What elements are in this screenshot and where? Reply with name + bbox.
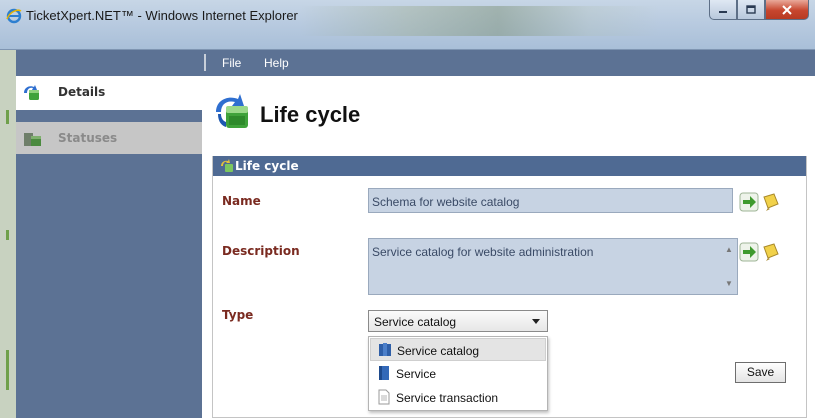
description-text: Service catalog for website administrati… (372, 245, 594, 259)
close-icon (782, 4, 792, 15)
minimize-icon (719, 10, 727, 13)
internet-explorer-icon (6, 8, 22, 24)
sidebar-spacer (16, 110, 202, 122)
save-button[interactable]: Save (735, 362, 786, 383)
type-label: Type (222, 308, 254, 322)
lifecycle-icon (24, 85, 39, 100)
minimize-button[interactable] (709, 0, 737, 20)
window-title: TicketXpert.NET™ - Windows Internet Expl… (26, 8, 298, 23)
edge-mark (6, 350, 9, 390)
sidebar-item-details[interactable]: Details (16, 76, 202, 110)
page-title: Life cycle (260, 102, 361, 127)
option-label: Service transaction (396, 391, 499, 405)
panel-header: Life cycle (213, 156, 806, 176)
maximize-button[interactable] (737, 0, 765, 20)
type-option-service-transaction[interactable]: Service transaction (370, 386, 546, 409)
titlebar-blur (300, 6, 660, 36)
panel-title: Life cycle (235, 159, 299, 173)
description-scrollbar[interactable]: ▲ ▼ (722, 240, 736, 293)
maximize-icon (746, 4, 756, 14)
scroll-up-icon[interactable]: ▲ (725, 245, 733, 254)
name-field[interactable]: Schema for website catalog (368, 188, 733, 213)
description-field[interactable]: Service catalog for website administrati… (368, 238, 738, 295)
lifecycle-icon (221, 159, 233, 172)
translate-icon[interactable] (761, 242, 781, 262)
main-content: Life cycle Life cycle Name Schema for we… (202, 76, 815, 418)
option-label: Service (396, 367, 437, 381)
apply-arrow-icon[interactable] (739, 192, 759, 212)
sidebar-item-label: Details (58, 85, 106, 99)
window-controls (709, 0, 809, 20)
folder-icon (24, 133, 41, 146)
menu-bar: File Help (16, 50, 815, 76)
edge-mark (6, 230, 9, 240)
close-button[interactable] (765, 0, 809, 20)
sidebar-item-label: Statuses (58, 131, 118, 145)
menu-help[interactable]: Help (264, 56, 289, 70)
lifecycle-icon (216, 94, 248, 128)
book-icon (379, 366, 389, 380)
lifecycle-panel: Life cycle Name Schema for website catal… (212, 156, 807, 418)
option-label: Service catalog (397, 344, 480, 358)
type-option-service[interactable]: Service (370, 362, 546, 385)
sidebar: Details Statuses (16, 76, 202, 418)
window-titlebar: TicketXpert.NET™ - Windows Internet Expl… (0, 0, 815, 50)
type-select-value: Service catalog (374, 315, 457, 329)
menu-separator (204, 54, 206, 71)
name-label: Name (222, 194, 261, 208)
document-icon (378, 389, 390, 405)
apply-arrow-icon[interactable] (739, 242, 759, 262)
chevron-down-icon (532, 319, 540, 324)
type-option-service-catalog[interactable]: Service catalog (370, 338, 546, 361)
menu-file[interactable]: File (222, 56, 241, 70)
sidebar-item-statuses[interactable]: Statuses (16, 122, 202, 154)
edge-mark (6, 110, 9, 124)
type-select[interactable]: Service catalog (368, 310, 548, 332)
description-label: Description (222, 244, 300, 258)
type-dropdown-list: Service catalog Service Service transact… (368, 336, 548, 411)
catalog-icon (379, 343, 391, 356)
translate-icon[interactable] (761, 192, 781, 212)
window-left-edge (0, 50, 16, 418)
scroll-down-icon[interactable]: ▼ (725, 279, 733, 288)
